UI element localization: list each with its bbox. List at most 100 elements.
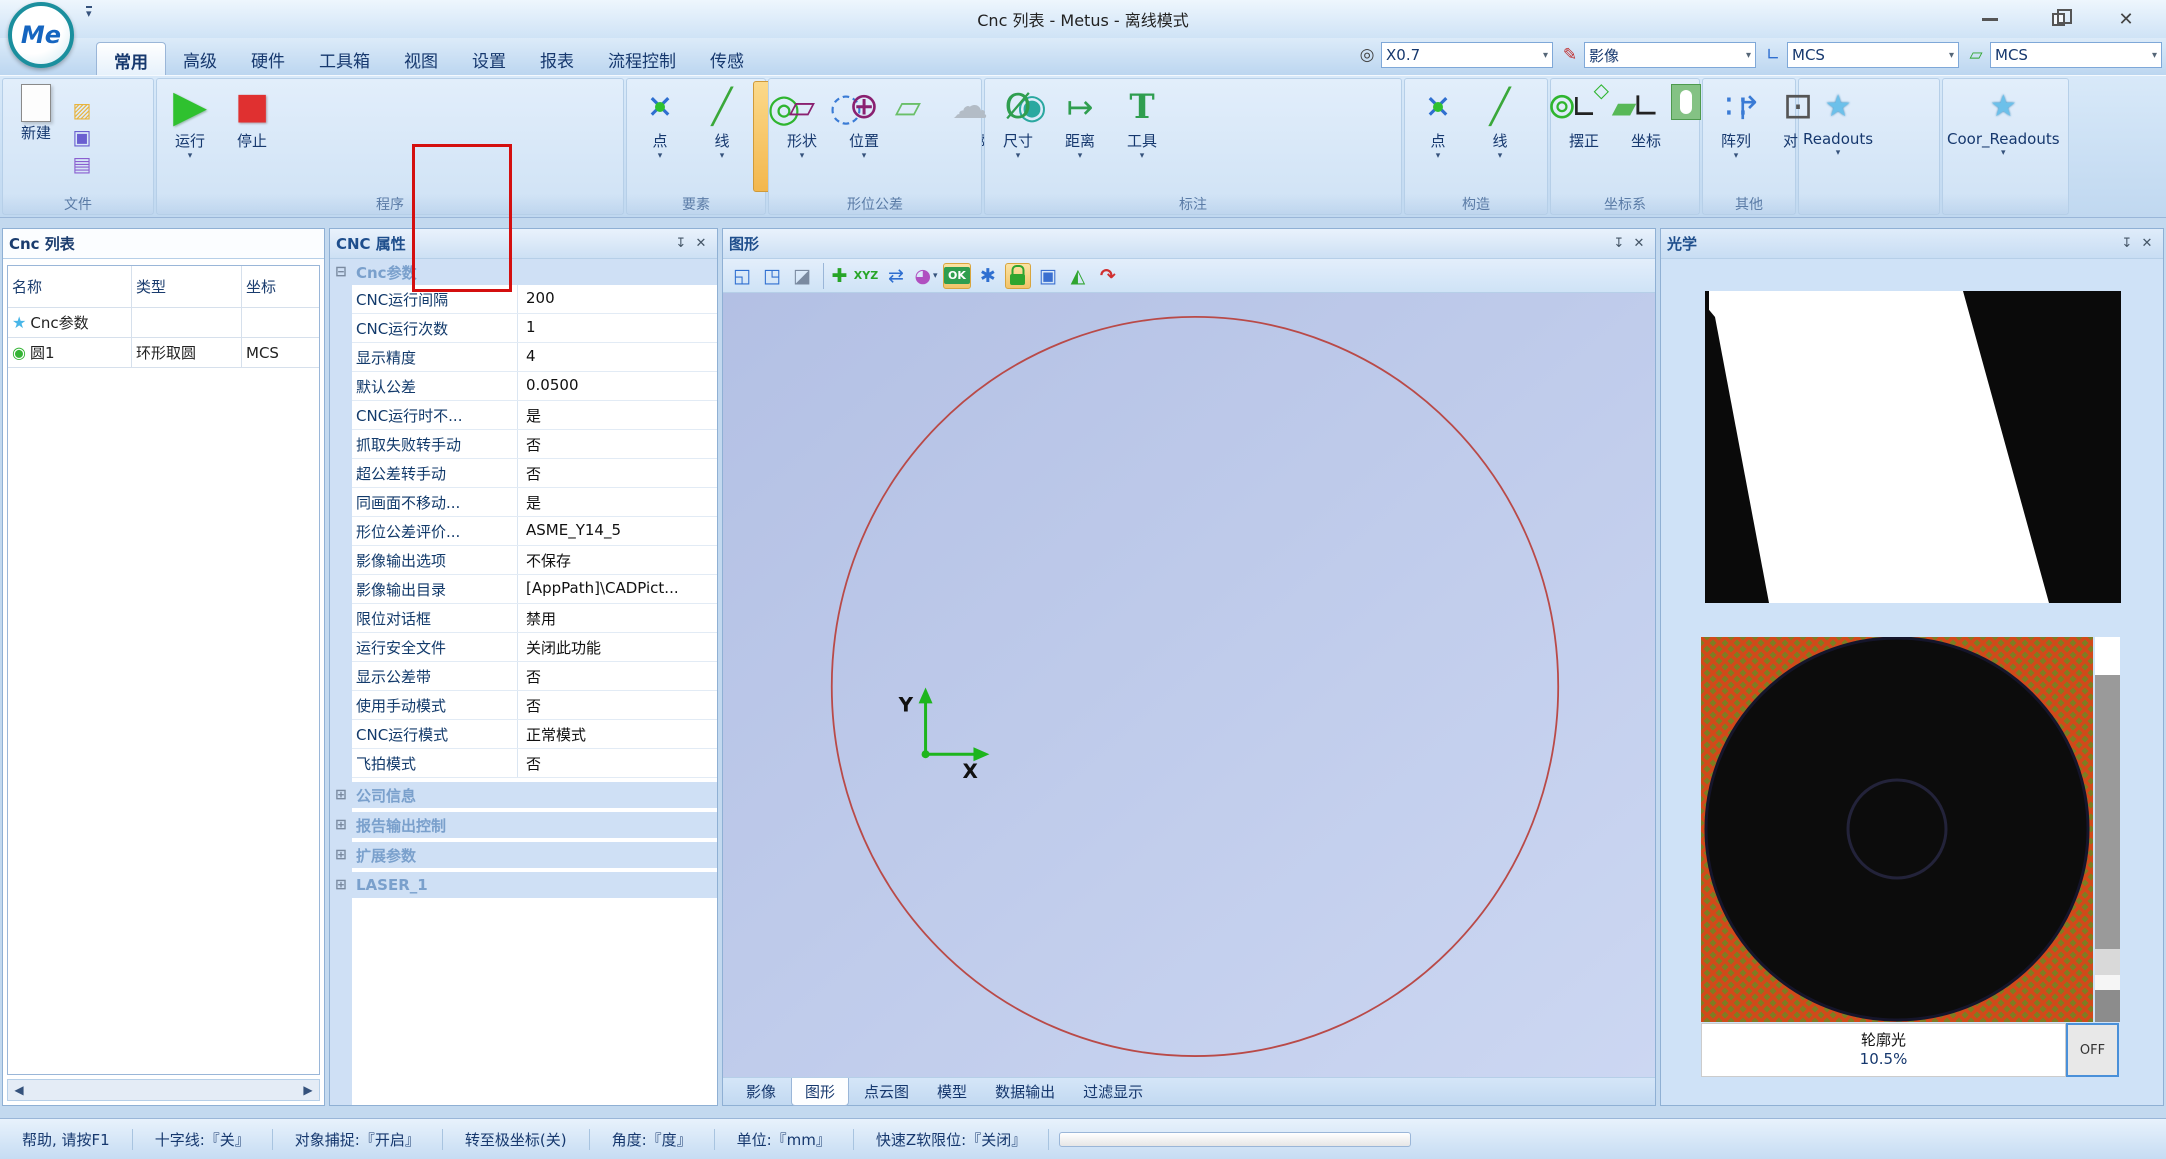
graphics-tool-button[interactable]: ▾: [975, 263, 1001, 289]
property-group-header[interactable]: LASER_1: [330, 872, 717, 898]
property-value[interactable]: 是: [518, 488, 717, 516]
ribbon-button[interactable]: 摆正 ▾: [1553, 81, 1615, 192]
property-group-header[interactable]: 报告输出控制: [330, 812, 717, 838]
status-item[interactable]: 帮助, 请按F1: [0, 1129, 133, 1150]
ribbon-tab[interactable]: 流程控制: [591, 42, 693, 75]
graphics-tool-button[interactable]: ▾: [1005, 263, 1031, 289]
property-value[interactable]: 关闭此功能: [518, 633, 717, 661]
view-combo-select[interactable]: 影像 ▾: [1584, 42, 1756, 68]
scroll-right-icon[interactable]: ▶: [297, 1083, 319, 1097]
property-group-header[interactable]: 扩展参数: [330, 842, 717, 868]
view-combo-select[interactable]: MCS ▾: [1787, 42, 1959, 68]
graphics-view-tab[interactable]: 数据输出: [982, 1078, 1068, 1105]
ribbon-button[interactable]: 线 ▾: [1469, 81, 1531, 192]
graphics-tool-button[interactable]: XYZ ▾: [853, 263, 879, 289]
ribbon-button[interactable]: 工具 ▾: [1111, 81, 1173, 192]
property-value[interactable]: 1: [518, 314, 717, 342]
property-value[interactable]: 否: [518, 749, 717, 777]
ribbon-button[interactable]: 点 ▾: [1407, 81, 1469, 192]
expand-icon[interactable]: [334, 878, 348, 892]
scroll-left-icon[interactable]: ◀: [8, 1083, 30, 1097]
status-item[interactable]: 十字线:『关』: [133, 1129, 273, 1150]
ribbon-button[interactable]: 新建 ▾: [5, 81, 67, 192]
ribbon-button[interactable]: 坐标 ▾: [1615, 81, 1677, 192]
ribbon-button[interactable]: 点 ▾: [629, 81, 691, 192]
graphics-view-tab[interactable]: 点云图: [851, 1078, 922, 1105]
property-value[interactable]: 否: [518, 662, 717, 690]
view-combo-select[interactable]: X0.7 ▾: [1381, 42, 1553, 68]
ribbon-button[interactable]: 阵列 ▾: [1705, 81, 1767, 192]
ribbon-tab[interactable]: 传感: [693, 42, 761, 75]
app-logo-button[interactable]: Me: [8, 2, 74, 68]
graphics-tool-button[interactable]: ▾: [1035, 263, 1061, 289]
property-value[interactable]: 0.0500: [518, 372, 717, 400]
ribbon-tab[interactable]: 工具箱: [302, 42, 387, 75]
pin-icon[interactable]: ↧: [671, 236, 691, 251]
ribbon-button[interactable]: 位置 ▾: [833, 81, 895, 192]
property-value[interactable]: 正常模式: [518, 720, 717, 748]
status-item[interactable]: 角度:『度』: [590, 1129, 715, 1150]
status-item[interactable]: 对象捕捉:『开启』: [273, 1129, 443, 1150]
graphics-view-tab[interactable]: 过滤显示: [1070, 1078, 1156, 1105]
ribbon-button[interactable]: Coor_Readouts ▾: [1945, 81, 2062, 192]
graphics-tool-button[interactable]: ▾: [883, 263, 909, 289]
status-item[interactable]: 快速Z软限位:『关闭』: [854, 1129, 1049, 1150]
close-icon[interactable]: ✕: [2137, 236, 2157, 251]
graphics-canvas[interactable]: Y X: [723, 293, 1655, 1077]
graphics-tool-button[interactable]: OK ▾: [943, 263, 971, 289]
expand-icon[interactable]: [334, 818, 348, 832]
property-group-header[interactable]: 公司信息: [330, 782, 717, 808]
property-value[interactable]: 是: [518, 401, 717, 429]
ribbon-button[interactable]: Readouts ▾: [1801, 81, 1875, 192]
pin-icon[interactable]: ↧: [2117, 236, 2137, 251]
ribbon-button[interactable]: 形状 ▾: [771, 81, 833, 192]
ribbon-button[interactable]: 线 ▾: [691, 81, 753, 192]
graphics-tool-button[interactable]: ▾: [1095, 263, 1121, 289]
property-value[interactable]: 否: [518, 459, 717, 487]
graphics-tool-button[interactable]: ▾: [1065, 263, 1091, 289]
minimize-button[interactable]: [1956, 0, 2024, 38]
graphics-tool-button[interactable]: ▾: [789, 263, 815, 289]
horizontal-scrollbar[interactable]: ◀ ▶: [7, 1079, 320, 1101]
optics-scrollbar[interactable]: [2095, 637, 2120, 1022]
column-header-type[interactable]: 类型: [132, 266, 242, 307]
status-item[interactable]: 转至极坐标(关): [443, 1129, 590, 1150]
ribbon-button[interactable]: 运行 ▾: [159, 81, 221, 192]
ribbon-tab[interactable]: 高级: [166, 42, 234, 75]
ribbon-tab[interactable]: 常用: [96, 42, 166, 75]
file-small-button[interactable]: [69, 152, 95, 176]
status-item[interactable]: 单位:『mm』: [715, 1129, 854, 1150]
ribbon-tab[interactable]: 硬件: [234, 42, 302, 75]
property-value[interactable]: ASME_Y14_5: [518, 517, 717, 545]
expand-icon[interactable]: [334, 848, 348, 862]
graphics-tool-button[interactable]: ▾: [759, 263, 785, 289]
light-off-button[interactable]: OFF: [2066, 1023, 2119, 1077]
file-small-button[interactable]: [69, 98, 95, 122]
ribbon-button[interactable]: 停止 ▾: [221, 81, 283, 192]
ribbon-tab[interactable]: 视图: [387, 42, 455, 75]
property-group-header[interactable]: Cnc参数: [330, 259, 717, 285]
graphics-tool-button[interactable]: ▾: [823, 263, 849, 289]
property-value[interactable]: 否: [518, 691, 717, 719]
graphics-view-tab[interactable]: 图形: [791, 1078, 849, 1106]
property-value[interactable]: 不保存: [518, 546, 717, 574]
file-small-button[interactable]: [69, 125, 95, 149]
graphics-view-tab[interactable]: 模型: [924, 1078, 980, 1105]
close-icon[interactable]: ✕: [1629, 236, 1649, 251]
ribbon-button[interactable]: 尺寸 ▾: [987, 81, 1049, 192]
expand-icon[interactable]: [334, 788, 348, 802]
property-value[interactable]: [AppPath]\CADPict...: [518, 575, 717, 603]
close-icon[interactable]: ✕: [691, 236, 711, 251]
graphics-tool-button[interactable]: ▾: [729, 263, 755, 289]
graphics-view-tab[interactable]: 影像: [733, 1078, 789, 1105]
view-combo-select[interactable]: MCS ▾: [1990, 42, 2162, 68]
close-button[interactable]: ✕: [2092, 0, 2160, 38]
column-header-coord[interactable]: 坐标: [242, 266, 319, 307]
table-row[interactable]: Cnc参数: [8, 308, 319, 338]
restore-button[interactable]: [2024, 0, 2092, 38]
property-value[interactable]: 禁用: [518, 604, 717, 632]
property-value[interactable]: 否: [518, 430, 717, 458]
collapse-icon[interactable]: [334, 265, 348, 279]
table-row[interactable]: 圆1 环形取圆 MCS: [8, 338, 319, 368]
ribbon-tab[interactable]: 报表: [523, 42, 591, 75]
